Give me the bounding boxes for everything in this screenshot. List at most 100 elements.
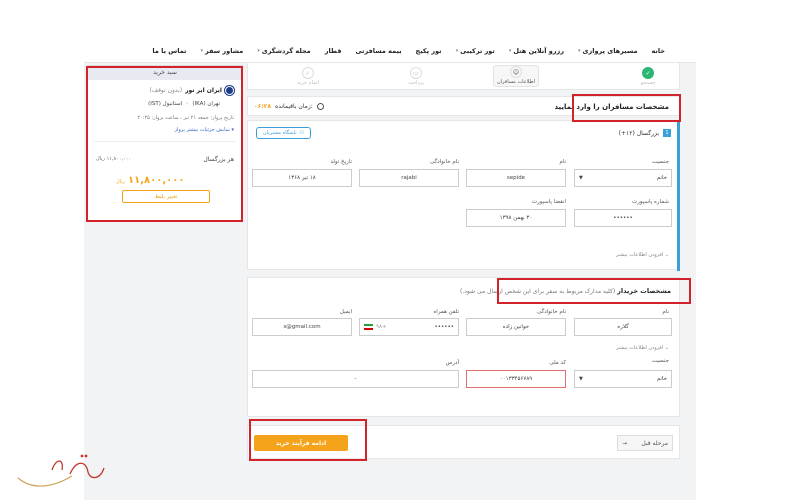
step-label: اطلاعات مسافران <box>496 79 536 85</box>
nav-label: مجله گردشگری <box>261 47 311 55</box>
chevron-down-icon: ▾ <box>455 48 459 54</box>
nav-label: رزرو آنلاین هتل <box>513 47 564 55</box>
passport-number-value: •••••• <box>613 215 633 221</box>
passport-expiry-field[interactable]: ۳۰ بهمن ۱۳۹۸ <box>466 209 566 227</box>
previous-step-button[interactable]: مرحله قبل → <box>617 435 673 451</box>
previous-label: مرحله قبل <box>641 439 668 447</box>
highlight-box-cart <box>86 66 243 222</box>
users-icon: ⚇ <box>299 130 305 136</box>
email-label: ایمیل <box>339 309 352 315</box>
address-field[interactable]: - <box>252 370 459 388</box>
clock-icon <box>316 103 324 110</box>
nav-label: خانه <box>651 47 665 55</box>
club-button-label: باشگاه مشتریان <box>263 130 297 136</box>
address-label: آدرس <box>445 360 459 366</box>
nav-train[interactable]: قطار <box>325 47 342 55</box>
step-label: جستجو <box>640 80 656 86</box>
page-root: خانه مسیرهای پروازی ▾ رزرو آنلاین هتل ▾ تو… <box>0 0 800 500</box>
buyer-gender-select[interactable]: خانم ▼ <box>574 370 672 388</box>
email-field[interactable]: s@gmail.com <box>252 318 352 336</box>
step-search: ✓ جستجو <box>625 67 671 86</box>
buyer-name-label: نام <box>662 309 669 315</box>
chevron-down-icon: ⌄ <box>664 252 669 258</box>
buyer-last-name-field[interactable]: خوانین زاده <box>466 318 566 336</box>
buyer-name-field[interactable]: گلاره <box>574 318 672 336</box>
arrow-left-icon: → <box>622 439 628 447</box>
chevron-down-icon: ▾ <box>257 48 260 54</box>
more-info-link[interactable]: ⌄ افزودن اطلاعات بیشتر <box>616 252 669 258</box>
chevron-down-icon: ⌄ <box>664 345 669 351</box>
step-label: اتمام خرید <box>297 80 319 86</box>
passport-number-field[interactable]: •••••• <box>574 209 672 227</box>
nav-home[interactable]: خانه <box>651 47 665 55</box>
phone-field[interactable]: •••••• +۹۸ <box>359 318 459 336</box>
more-info-label: افزودن اطلاعات بیشتر <box>615 345 664 351</box>
ticket-icon: ✓ <box>302 67 314 79</box>
highlight-box-passenger-title <box>572 94 681 122</box>
highlight-box-continue <box>249 419 367 461</box>
first-name-field[interactable]: sepide <box>466 169 566 187</box>
step-label: پرداخت <box>408 80 424 86</box>
birth-date-label: تاریخ تولد <box>330 159 352 165</box>
buyer-last-name-label: نام خانوادگی <box>537 309 566 315</box>
passenger-heading: 1 بزرگسال (۱۲+) <box>619 129 671 137</box>
last-name-label: نام خانوادگی <box>430 159 459 165</box>
chevron-down-icon: ▼ <box>579 175 583 181</box>
timer-label: زمان باقیمانده: <box>275 103 313 110</box>
nav-hotel[interactable]: رزرو آنلاین هتل ▾ <box>509 47 564 55</box>
passenger-number-badge: 1 <box>663 129 671 137</box>
gender-select[interactable]: خانم ▼ <box>574 169 672 187</box>
chevron-down-icon: ▾ <box>508 48 512 54</box>
iran-flag-icon <box>364 324 373 330</box>
passport-expiry-label: انقضا پاسپورت <box>531 199 566 205</box>
remaining-time: ۰۶:۲۸ زمان باقیمانده: <box>254 103 324 110</box>
user-icon: ☺ <box>510 66 522 78</box>
nav-insurance[interactable]: بیمه مسافرتی <box>355 47 401 55</box>
more-info-label: افزودن اطلاعات بیشتر <box>615 252 664 258</box>
passenger-form: 1 بزرگسال (۱۲+) ⚇ باشگاه مشتریان جنسیت خ… <box>247 120 680 271</box>
phone-prefix: +۹۸ <box>376 324 387 330</box>
address-value: - <box>354 376 357 382</box>
nav-label: قطار <box>324 47 342 55</box>
birth-date-field[interactable]: ۱۸ تیر ۱۳۶۸ <box>252 169 352 187</box>
panel-accent-bar <box>677 121 680 271</box>
step-payment: ▭ پرداخت <box>393 67 439 86</box>
passenger-type: بزرگسال (۱۲+) <box>618 129 659 137</box>
national-code-field[interactable]: ۰۰۱۳۳۴۵۶۷۸۹ <box>466 370 566 388</box>
nav-label: تور ترکیبی <box>460 47 495 55</box>
nav-contact[interactable]: تماس با ما <box>152 47 186 55</box>
chevron-down-icon: ▾ <box>578 48 581 54</box>
nav-consultant[interactable]: مشاور سفر ▾ <box>201 47 244 55</box>
gender-label: جنسیت <box>651 159 669 165</box>
top-nav: خانه مسیرهای پروازی ▾ رزرو آنلاین هتل ▾ تو… <box>100 44 665 58</box>
logo-watermark <box>17 454 105 487</box>
nav-label: بیمه مسافرتی <box>355 47 402 55</box>
email-value: s@gmail.com <box>283 324 321 330</box>
highlight-box-buyer-title <box>497 278 691 304</box>
nav-label: مشاور سفر <box>205 47 244 55</box>
first-name-value: sepide <box>506 175 526 181</box>
nav-combo-tour[interactable]: تور ترکیبی ▾ <box>456 47 495 55</box>
nav-magazine[interactable]: مجله گردشگری ▾ <box>257 47 310 55</box>
passport-expiry-value: ۳۰ بهمن ۱۳۹۸ <box>499 215 533 221</box>
buyer-more-info-link[interactable]: ⌄ افزودن اطلاعات بیشتر <box>616 345 669 351</box>
card-icon: ▭ <box>410 67 422 79</box>
checkout-stepper: ✓ جستجو ☺ اطلاعات مسافران ▭ پرداخت ✓ اتم… <box>247 63 680 90</box>
national-code-label: کد ملی <box>549 360 566 366</box>
customer-club-button[interactable]: ⚇ باشگاه مشتریان <box>256 127 312 139</box>
check-icon: ✓ <box>642 67 654 79</box>
last-name-field[interactable]: rajabi <box>359 169 459 187</box>
buyer-name-value: گلاره <box>617 324 629 330</box>
chevron-down-icon: ▾ <box>200 48 204 54</box>
step-passenger-info: ☺ اطلاعات مسافران <box>493 65 539 87</box>
last-name-value: rajabi <box>401 175 417 181</box>
nav-flight-routes[interactable]: مسیرهای پروازی ▾ <box>578 47 637 55</box>
nav-label: تور پکیج <box>415 47 442 55</box>
phone-label: تلفن همراه <box>433 309 459 315</box>
gender-value: خانم <box>656 175 667 181</box>
chevron-down-icon: ▼ <box>579 376 583 382</box>
nav-package-tour[interactable]: تور پکیج <box>416 47 442 55</box>
step-finish: ✓ اتمام خرید <box>285 67 331 86</box>
buyer-gender-value: خانم <box>656 376 667 382</box>
birth-date-value: ۱۸ تیر ۱۳۶۸ <box>288 175 316 181</box>
